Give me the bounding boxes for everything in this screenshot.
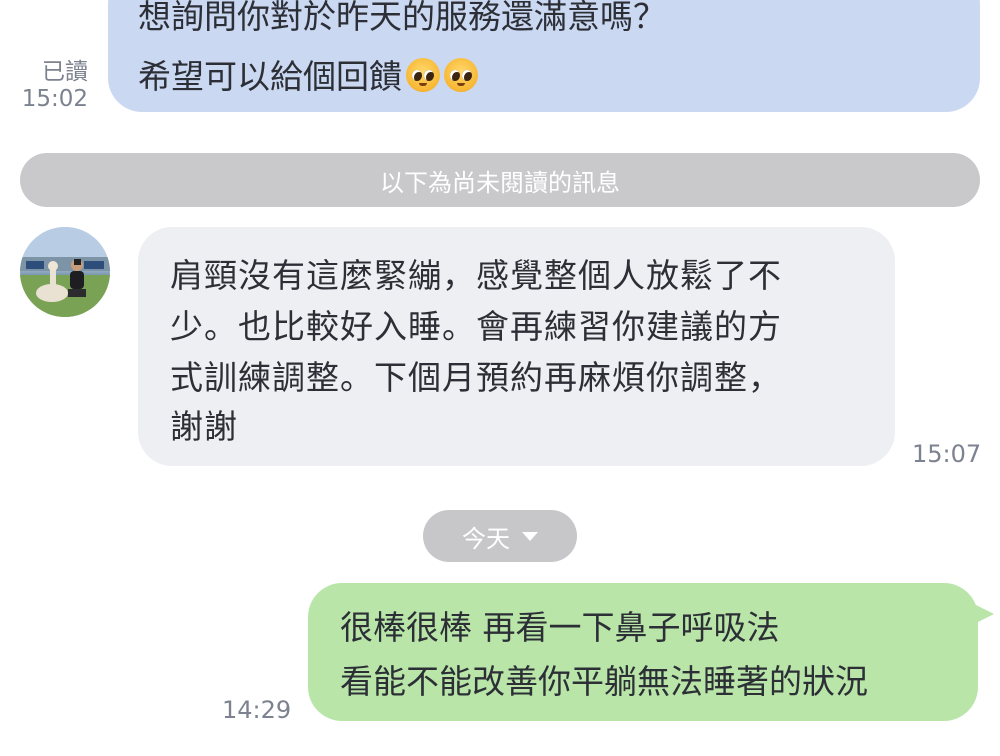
sent-message-bubble[interactable]: 想詢問你對於昨天的服務還滿意嗎？ 希望可以給個回饋 [108, 0, 980, 112]
message-line: 肩頸沒有這麼緊繃，感覺整個人放鬆了不 [170, 256, 782, 295]
pleading-face-emoji-icon [406, 58, 440, 92]
sent-message-bubble[interactable]: 很棒很棒 再看一下鼻子呼吸法 看能不能改善你平躺無法睡著的狀況 [308, 583, 978, 721]
message-timestamp: 15:02 [21, 86, 88, 112]
date-selector-chip[interactable]: 今天 [423, 510, 577, 562]
bubble-tail [966, 600, 994, 628]
received-message-bubble[interactable]: 肩頸沒有這麼緊繃，感覺整個人放鬆了不 少。也比較好入睡。會再練習你建議的方 式訓… [138, 227, 895, 466]
message-line: 謝謝 [170, 407, 238, 446]
contact-avatar[interactable] [20, 227, 110, 317]
pleading-face-emoji-icon [444, 58, 478, 92]
caret-down-icon [522, 531, 538, 541]
message-timestamp: 15:07 [912, 440, 982, 468]
message-line: 少。也比較好入睡。會再練習你建議的方 [170, 307, 782, 346]
date-chip-label: 今天 [462, 524, 510, 553]
avatar-photo [20, 227, 110, 317]
message-line: 式訓練調整。下個月預約再麻煩你調整， [170, 358, 782, 397]
message-timestamp: 14:29 [222, 696, 292, 724]
message-line: 想詢問你對於昨天的服務還滿意嗎？ [138, 0, 666, 36]
unread-messages-divider: 以下為尚未閱讀的訊息 [20, 153, 980, 207]
message-line: 看能不能改善你平躺無法睡著的狀況 [340, 662, 868, 701]
read-receipt: 已讀 [42, 59, 88, 85]
message-line: 希望可以給個回饋 [138, 58, 478, 93]
message-line: 很棒很棒 再看一下鼻子呼吸法 [340, 608, 780, 647]
